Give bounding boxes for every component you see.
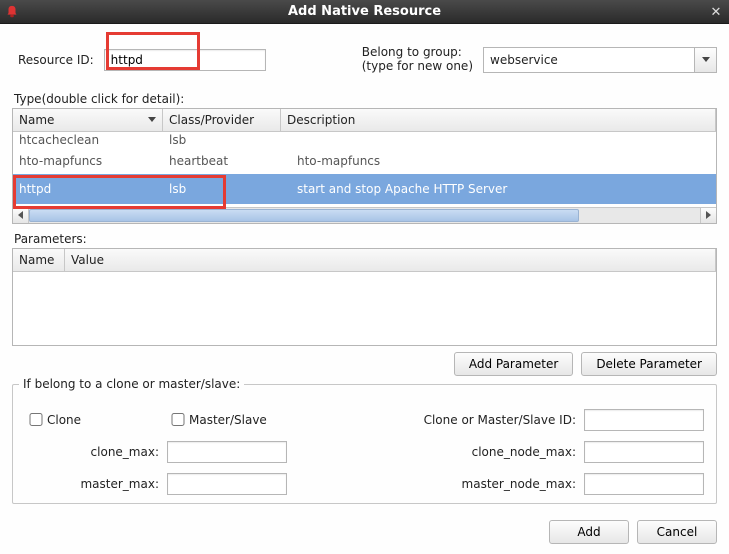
- type-column-name[interactable]: Name: [13, 109, 163, 131]
- triangle-left-icon: [18, 211, 23, 219]
- titlebar: Add Native Resource ✕: [0, 0, 729, 24]
- add-button[interactable]: Add: [549, 520, 629, 544]
- clone-checkbox[interactable]: [25, 413, 47, 426]
- scroll-track[interactable]: [29, 208, 700, 223]
- close-icon[interactable]: ✕: [707, 3, 725, 21]
- resource-id-input[interactable]: [104, 49, 266, 71]
- clone-node-max-input[interactable]: [584, 441, 704, 463]
- header-row: Resource ID: Belong to group: (type for …: [18, 46, 717, 74]
- add-parameter-button[interactable]: Add Parameter: [454, 352, 573, 376]
- row-class: lsb: [163, 182, 281, 196]
- master-node-max-input[interactable]: [584, 473, 704, 495]
- row-name: hto-mapfuncs: [13, 154, 163, 168]
- group-combobox-button[interactable]: [694, 48, 716, 72]
- clone-max-label: clone_max:: [47, 445, 167, 459]
- dialog-footer: Add Cancel: [0, 512, 729, 554]
- parameters-column-value[interactable]: Value: [65, 249, 716, 271]
- parameters-column-name[interactable]: Name: [13, 249, 65, 271]
- row-class: lsb: [163, 133, 281, 147]
- row-desc: hto-mapfuncs: [281, 154, 716, 168]
- type-column-description[interactable]: Description: [281, 109, 716, 131]
- belong-to-group-label-line1: Belong to group:: [362, 45, 462, 59]
- table-row[interactable]: htcacheclean lsb: [13, 132, 716, 148]
- app-icon: [4, 4, 20, 20]
- master-max-input[interactable]: [167, 473, 287, 495]
- type-column-class[interactable]: Class/Provider: [163, 109, 281, 131]
- type-table-body: htcacheclean lsb hto-mapfuncs heartbeat …: [13, 132, 716, 207]
- master-slave-checkbox[interactable]: [167, 413, 189, 426]
- parameters-table-header: Name Value: [13, 249, 716, 272]
- table-row-selected[interactable]: httpd lsb start and stop Apache HTTP Ser…: [13, 174, 716, 204]
- scroll-right-button[interactable]: [700, 208, 716, 223]
- master-max-label: master_max:: [47, 477, 167, 491]
- group-combobox-value: webservice: [484, 51, 694, 69]
- row-name: httpd: [13, 182, 163, 196]
- clone-or-master-id-input[interactable]: [584, 409, 704, 431]
- scroll-left-button[interactable]: [13, 208, 29, 223]
- triangle-right-icon: [706, 211, 711, 219]
- delete-parameter-button[interactable]: Delete Parameter: [581, 352, 717, 376]
- parameters-heading: Parameters:: [14, 232, 717, 246]
- master-slave-checkbox-label: Master/Slave: [189, 413, 309, 427]
- type-table-hscrollbar[interactable]: [13, 207, 716, 223]
- row-class: heartbeat: [163, 154, 281, 168]
- clone-or-master-id-label: Clone or Master/Slave ID:: [309, 413, 584, 427]
- chevron-down-icon: [702, 57, 710, 62]
- belong-to-group-label: Belong to group: (type for new one): [362, 46, 473, 74]
- parameters-table-body: [13, 272, 716, 345]
- clone-max-input[interactable]: [167, 441, 287, 463]
- clone-master-legend: If belong to a clone or master/slave:: [19, 377, 244, 391]
- type-table-header: Name Class/Provider Description: [13, 109, 716, 132]
- clone-master-fieldset: If belong to a clone or master/slave: Cl…: [12, 384, 717, 504]
- row-desc: start and stop Apache HTTP Server: [281, 182, 716, 196]
- cancel-button[interactable]: Cancel: [637, 520, 717, 544]
- table-row[interactable]: hto-mapfuncs heartbeat hto-mapfuncs: [13, 148, 716, 174]
- belong-to-group-label-line2: (type for new one): [362, 59, 473, 73]
- window-title: Add Native Resource: [0, 4, 729, 19]
- type-heading: Type(double click for detail):: [14, 92, 717, 106]
- parameters-table: Name Value: [12, 248, 717, 346]
- type-column-name-label: Name: [19, 113, 54, 127]
- master-node-max-label: master_node_max:: [309, 477, 584, 491]
- scroll-thumb[interactable]: [29, 209, 579, 222]
- clone-checkbox-label: Clone: [47, 413, 167, 427]
- sort-chevron-down-icon: [148, 117, 156, 122]
- type-table: Name Class/Provider Description htcachec…: [12, 108, 717, 224]
- resource-id-label: Resource ID:: [18, 53, 94, 67]
- group-combobox[interactable]: webservice: [483, 47, 717, 73]
- clone-node-max-label: clone_node_max:: [309, 445, 584, 459]
- row-name: htcacheclean: [13, 133, 163, 147]
